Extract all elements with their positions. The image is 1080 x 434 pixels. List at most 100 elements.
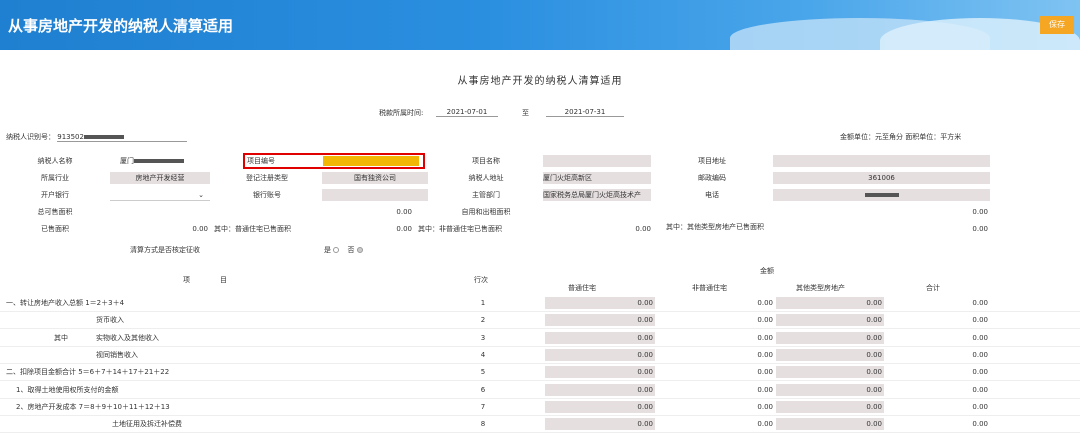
radio-no-label: 否 — [347, 246, 355, 254]
cell-ordinary[interactable]: 0.00 — [545, 314, 655, 327]
cell-total[interactable]: 0.00 — [886, 332, 990, 344]
row-line-no: 4 — [480, 350, 486, 359]
ordinary-sold-area-value[interactable]: 0.00 — [322, 223, 414, 235]
masked-redaction — [134, 159, 184, 163]
bank-select[interactable]: ⌄ — [110, 189, 210, 201]
label-project-name: 项目名称 — [472, 157, 500, 165]
cell-other[interactable]: 0.00 — [776, 348, 884, 361]
cell-ordinary[interactable]: 0.00 — [545, 418, 655, 431]
verification-radios: 是 否 — [324, 244, 374, 256]
cell-nonordinary[interactable]: 0.00 — [660, 349, 775, 361]
taxid-row: 纳税人识别号： 913502 — [6, 132, 188, 142]
cell-total[interactable]: 0.00 — [886, 366, 990, 378]
cell-ordinary[interactable]: 0.00 — [545, 400, 655, 413]
cell-other[interactable]: 0.00 — [776, 400, 884, 413]
industry-value: 房地产开发经营 — [110, 172, 210, 184]
label-authority: 主管部门 — [472, 191, 500, 199]
cell-other[interactable]: 0.00 — [776, 366, 884, 379]
cell-ordinary[interactable]: 0.00 — [545, 383, 655, 396]
project-no-field[interactable]: 项目编号 — [243, 153, 425, 169]
col-amount-header: 金额 — [760, 267, 774, 275]
period-to-field[interactable]: 2021-07-31 — [546, 108, 624, 117]
label-project-no-text: 项目编号 — [247, 157, 275, 165]
period-to-label: 至 — [522, 109, 529, 117]
cell-other[interactable]: 0.00 — [776, 383, 884, 396]
project-name-field[interactable] — [543, 155, 651, 167]
masked-redaction — [864, 193, 899, 197]
info-row: 纳税人名称 厦门 项目编号 项目名称 项目地址 — [0, 153, 1080, 169]
cell-ordinary[interactable]: 0.00 — [545, 297, 655, 309]
total-saleable-area-value[interactable]: 0.00 — [322, 206, 414, 218]
info-row: 所属行业 房地产开发经营 登记注册类型 国有独资公司 纳税人地址 厦门火炬高新区… — [0, 172, 1080, 184]
cell-nonordinary[interactable]: 0.00 — [660, 401, 775, 413]
cell-nonordinary[interactable]: 0.00 — [660, 366, 775, 378]
row-line-no: 8 — [480, 420, 486, 429]
period-from-field[interactable]: 2021-07-01 — [436, 108, 498, 117]
radio-no[interactable] — [356, 247, 363, 253]
col-line-header: 行次 — [474, 276, 488, 284]
label-postcode: 邮政编码 — [698, 174, 726, 182]
taxid-label: 纳税人识别号： — [6, 133, 55, 141]
row-divider — [0, 414, 1080, 416]
postcode-value: 361006 — [773, 172, 990, 184]
row-line-no: 1 — [480, 299, 486, 307]
col-item-header: 项 — [183, 276, 190, 284]
project-address-field[interactable] — [773, 155, 990, 167]
cell-nonordinary[interactable]: 0.00 — [660, 332, 775, 344]
col-item2-header: 目 — [220, 276, 227, 284]
label-sold-area: 已售面积 — [41, 225, 69, 233]
row-item-label: 土地征用及拆迁补偿费 — [112, 420, 182, 429]
cell-total[interactable]: 0.00 — [886, 349, 990, 361]
label-reg-type: 登记注册类型 — [246, 174, 288, 182]
row-item-label: 1、取得土地使用权所支付的金额 — [16, 385, 119, 394]
col-nonordinary-header: 非普通住宅 — [692, 284, 727, 292]
units-note: 金额单位：元至角分 面积单位：平方米 — [840, 133, 962, 141]
row-line-no: 5 — [480, 368, 486, 377]
taxpayer-name-value: 厦门 — [120, 155, 210, 167]
cell-nonordinary[interactable]: 0.00 — [660, 297, 775, 309]
cell-nonordinary[interactable]: 0.00 — [660, 418, 775, 430]
top-banner: 从事房地产开发的纳税人清算适用 保存 — [0, 0, 1080, 50]
row-divider — [0, 397, 1080, 399]
table-row: 视同销售收入 4 0.00 0.00 0.00 0.00 — [0, 348, 1080, 364]
bank-account-field[interactable] — [322, 189, 428, 201]
taxid-field[interactable]: 913502 — [57, 133, 188, 142]
cell-other[interactable]: 0.00 — [776, 297, 884, 309]
other-sold-area-value[interactable]: 0.00 — [773, 223, 990, 235]
row-line-no: 6 — [480, 385, 486, 394]
cell-nonordinary[interactable]: 0.00 — [660, 384, 775, 396]
self-use-area-value[interactable]: 0.00 — [773, 206, 990, 218]
form-title: 从事房地产开发的纳税人清算适用 — [457, 76, 623, 87]
row-group-label: 其中 — [54, 333, 68, 342]
cell-total[interactable]: 0.00 — [886, 418, 990, 430]
row-item-label: 实物收入及其他收入 — [96, 333, 159, 342]
radio-yes[interactable] — [333, 247, 340, 253]
save-button[interactable]: 保存 — [1040, 16, 1074, 34]
row-item-label: 一、转让房地产收入总额 1＝2＋3＋4 — [6, 299, 125, 307]
label-bank: 开户银行 — [41, 191, 69, 199]
label-taxpayer-name: 纳税人名称 — [37, 157, 73, 165]
col-total-header: 合计 — [926, 284, 940, 292]
phone-field[interactable] — [773, 189, 990, 201]
cell-total[interactable]: 0.00 — [886, 401, 990, 413]
row-divider — [0, 311, 1080, 312]
cell-other[interactable]: 0.00 — [776, 331, 884, 344]
table-row: 1、取得土地使用权所支付的金额 6 0.00 0.00 0.00 0.00 — [0, 383, 1080, 399]
label-ordinary-sold-area: 其中：普通住宅已售面积 — [214, 225, 291, 233]
cell-total[interactable]: 0.00 — [886, 314, 990, 326]
cell-ordinary[interactable]: 0.00 — [545, 366, 655, 379]
cell-other[interactable]: 0.00 — [776, 314, 884, 327]
row-line-no: 7 — [480, 402, 486, 411]
table-row: 其中 实物收入及其他收入 3 0.00 0.00 0.00 0.00 — [0, 331, 1080, 347]
nonordinary-sold-area-value[interactable]: 0.00 — [543, 223, 653, 235]
cell-ordinary[interactable]: 0.00 — [545, 348, 655, 361]
period-label: 税款所属时间: — [379, 109, 424, 117]
sold-area-value[interactable]: 0.00 — [110, 223, 210, 235]
cell-ordinary[interactable]: 0.00 — [545, 331, 655, 344]
label-industry: 所属行业 — [41, 174, 69, 182]
cell-total[interactable]: 0.00 — [886, 384, 990, 396]
cell-other[interactable]: 0.00 — [776, 418, 884, 431]
cell-total[interactable]: 0.00 — [886, 297, 990, 309]
project-no-highlight — [323, 156, 419, 166]
cell-nonordinary[interactable]: 0.00 — [660, 314, 775, 326]
